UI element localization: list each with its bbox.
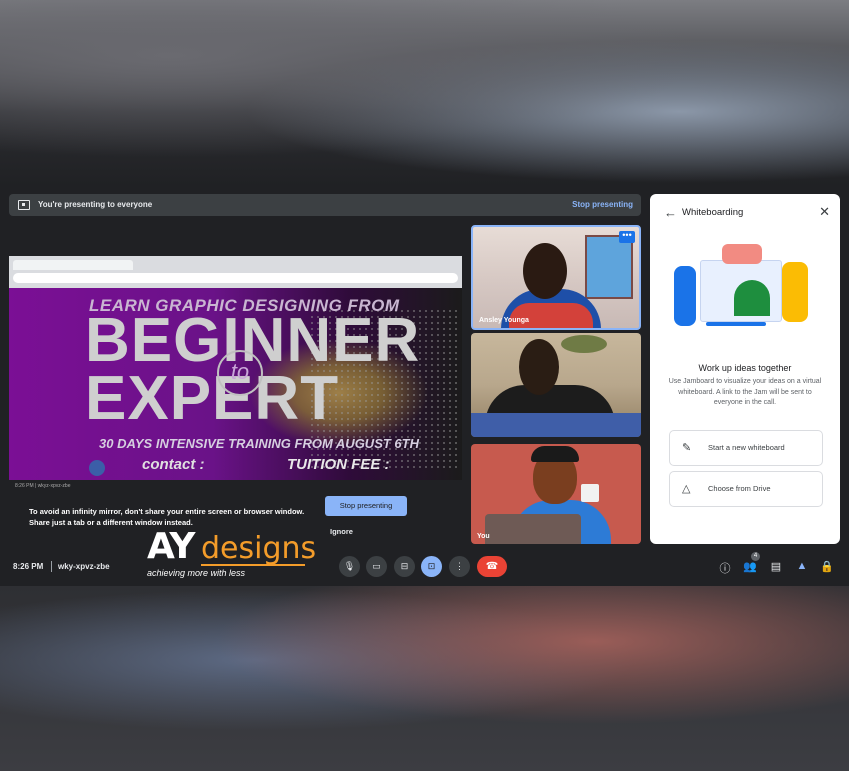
warning-line-1: To avoid an infinity mirror, don't share… [29, 507, 305, 516]
watermark-designs: designs [201, 531, 317, 566]
ay-designs-watermark: AY designs achieving more with less [147, 526, 316, 582]
illustration-person-left [674, 266, 696, 326]
clock-time: 8:26 PM [13, 562, 44, 571]
microphone-icon[interactable]: 🎙 [339, 556, 360, 577]
meeting-code: wky-xpvz-zbe [58, 562, 110, 571]
meet-window: You're presenting to everyone Stop prese… [0, 186, 849, 586]
illustration-person-top [722, 244, 762, 264]
avatar-laptop [485, 514, 581, 544]
people-count-badge: 4 [751, 552, 760, 561]
poster-expert: EXPERT [85, 364, 340, 433]
back-arrow-icon[interactable]: ← [664, 205, 677, 220]
participant-name: Ansley Younga [479, 317, 529, 324]
avatar-hair [531, 446, 579, 462]
poster-to-circle: to [217, 350, 263, 396]
info-icon[interactable]: ⓘ [718, 560, 732, 576]
avatar-mug [581, 484, 599, 502]
more-horiz-icon[interactable]: ••• [619, 231, 635, 243]
wall-wreath [561, 335, 607, 353]
presenting-banner-text: You're presenting to everyone [38, 200, 153, 209]
participant-tile-you[interactable]: You [471, 444, 641, 544]
divider [51, 561, 52, 572]
start-new-whiteboard-button[interactable]: ✎ Start a new whiteboard [669, 430, 823, 466]
poster-contact: contact : [142, 456, 205, 473]
poster-logo-icon [89, 460, 105, 476]
participant-tile-ansley[interactable]: ••• Ansley Younga [471, 225, 641, 330]
panel-description: Use Jamboard to visualize your ideas on … [668, 378, 822, 406]
infinity-mirror-warning: To avoid an infinity mirror, don't share… [29, 506, 329, 528]
illustration-green-shape [734, 280, 770, 316]
meeting-controls-bar: 8:26 PM wky-xpvz-zbe 🎙 ▭ ⊟ ⊡ ⋮ ☎ ⓘ 👥 4 ▤… [0, 549, 849, 586]
panel-title: Whiteboarding [682, 207, 744, 218]
shared-screen-preview: LEARN GRAPHIC DESIGNING FROM BEGINNER EX… [9, 256, 462, 494]
mirrored-meet-bar: 8:26 PM | wkyz-xpvz-zbe [9, 480, 462, 494]
present-now-icon[interactable]: ⊡ [421, 556, 442, 577]
watermark-underline [201, 564, 305, 566]
start-new-whiteboard-label: Start a new whiteboard [708, 443, 785, 452]
browser-chrome [9, 256, 462, 288]
captions-icon[interactable]: ⊟ [394, 556, 415, 577]
banner-stop-presenting-link[interactable]: Stop presenting [572, 200, 633, 209]
activities-icon[interactable]: ▲ [795, 560, 809, 572]
more-options-icon[interactable]: ⋮ [449, 556, 470, 577]
stop-presenting-button[interactable]: Stop presenting [325, 496, 407, 516]
participant-blanket [471, 413, 641, 437]
participant-face [519, 339, 559, 395]
mirrored-meet-bar-text: 8:26 PM | wkyz-xpvz-zbe [15, 483, 71, 489]
whiteboarding-panel: ← Whiteboarding ✕ Work up ideas together… [650, 194, 840, 544]
training-poster: LEARN GRAPHIC DESIGNING FROM BEGINNER EX… [9, 288, 462, 480]
participant-name-you: You [477, 533, 490, 540]
ignore-button[interactable]: Ignore [330, 527, 353, 536]
background-blur-bottom [0, 586, 849, 771]
people-icon[interactable]: 👥 [743, 560, 757, 573]
background-blur-top [0, 0, 849, 186]
present-screen-icon [18, 200, 30, 210]
watermark-tagline: achieving more with less [147, 568, 246, 578]
poster-tuition-fee: TUITION FEE : [287, 456, 390, 473]
panel-heading: Work up ideas together [698, 363, 792, 373]
illustration-pen [706, 322, 766, 326]
presenting-banner: You're presenting to everyone Stop prese… [9, 194, 641, 216]
choose-from-drive-button[interactable]: △ Choose from Drive [669, 471, 823, 507]
jamboard-illustration [670, 236, 820, 346]
camera-icon[interactable]: ▭ [366, 556, 387, 577]
host-controls-icon[interactable]: 🔒 [820, 560, 834, 573]
browser-url-bar [13, 273, 458, 283]
pencil-icon: ✎ [682, 442, 692, 454]
participant-face [523, 243, 567, 299]
choose-from-drive-label: Choose from Drive [708, 484, 771, 493]
close-icon[interactable]: ✕ [819, 204, 830, 220]
participant-tile-2[interactable] [471, 333, 641, 437]
illustration-person-right [782, 262, 808, 322]
chat-icon[interactable]: ▤ [769, 560, 783, 573]
browser-tab [13, 260, 133, 270]
watermark-ay: AY [147, 526, 196, 567]
drive-icon: △ [682, 483, 691, 495]
poster-subline: 30 DAYS INTENSIVE TRAINING FROM AUGUST 6… [99, 436, 419, 451]
end-call-button[interactable]: ☎ [477, 556, 507, 577]
window-background [585, 235, 633, 299]
